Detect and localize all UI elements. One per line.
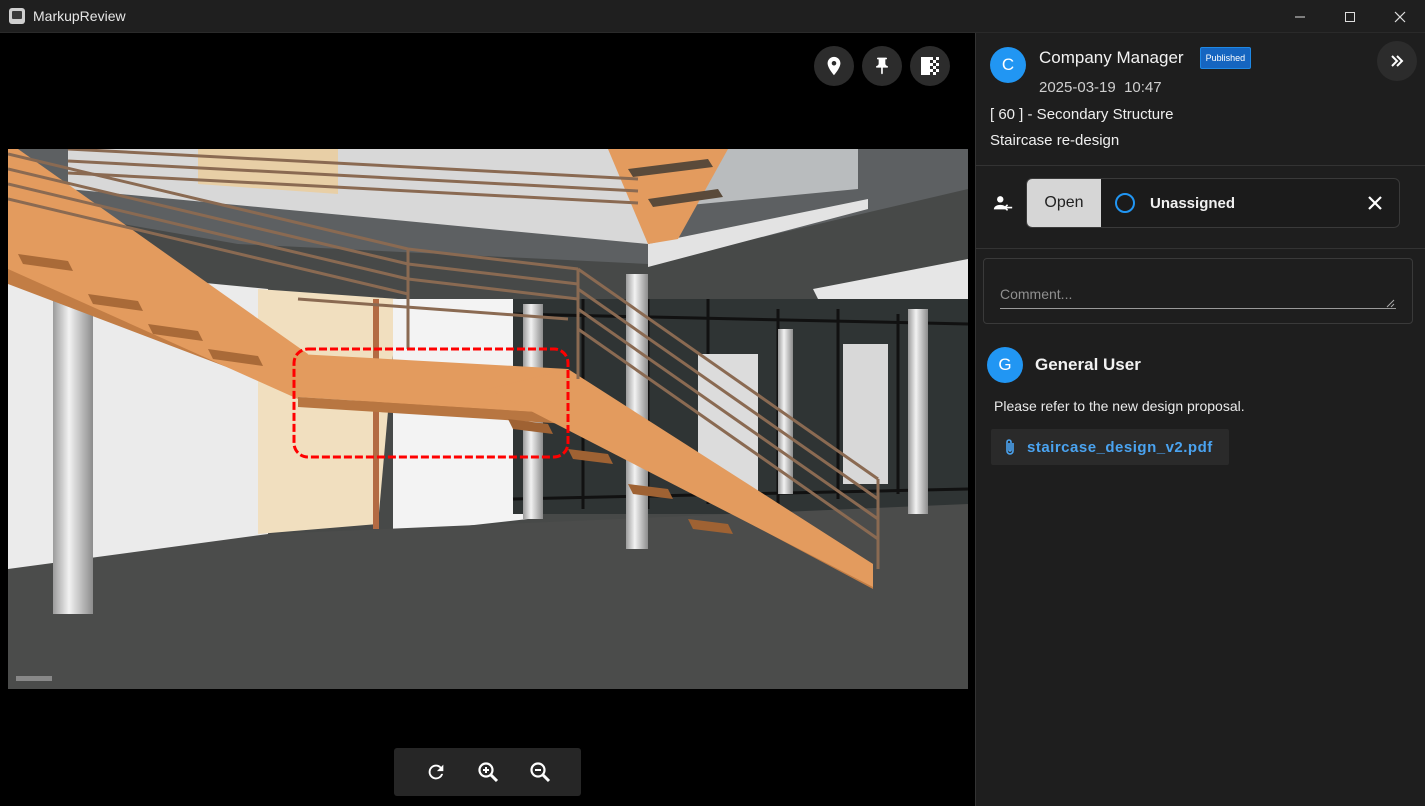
markup-category: [ 60 ] - Secondary Structure	[990, 106, 1174, 123]
assignee-circle-icon	[1115, 193, 1135, 213]
maximize-icon	[1345, 11, 1355, 22]
clear-assignee-button[interactable]	[1365, 193, 1385, 213]
close-icon	[1394, 11, 1406, 22]
reply-text: Please refer to the new design proposal.	[994, 398, 1245, 414]
time-text: 10:47	[1124, 79, 1162, 96]
pin-button[interactable]	[862, 46, 902, 86]
app-icon	[9, 8, 25, 24]
status-selector: Open Unassigned	[1026, 178, 1400, 228]
location-button[interactable]	[814, 46, 854, 86]
double-chevron-right-icon	[1391, 55, 1404, 67]
author-avatar: C	[990, 47, 1026, 83]
status-row: Open Unassigned	[990, 178, 1400, 228]
status-open-toggle[interactable]: Open	[1027, 179, 1101, 227]
minimize-button[interactable]	[1275, 0, 1325, 33]
comment-input[interactable]	[1000, 279, 1396, 309]
close-window-button[interactable]	[1375, 0, 1425, 33]
close-icon	[1368, 196, 1382, 210]
markup-header: C Company Manager Published 2025-03-19 1…	[990, 47, 1252, 96]
pin-icon	[876, 57, 888, 75]
author-name: Company Manager	[1039, 48, 1184, 67]
attachment-filename: staircase_design_v2.pdf	[1027, 438, 1213, 456]
location-icon	[827, 56, 841, 76]
zoom-toolbar	[394, 748, 581, 796]
minimize-icon	[1295, 16, 1305, 17]
resize-grip-icon[interactable]	[1386, 299, 1395, 308]
timestamp: 2025-03-19 10:47	[1039, 79, 1251, 96]
title-bar: MarkupReview	[0, 0, 1425, 33]
reply-author-name: General User	[1035, 355, 1141, 374]
reply-item: G General User Please refer to the new d…	[987, 347, 1417, 465]
transparency-icon	[921, 57, 939, 75]
markup-subject: Staircase re-design	[990, 132, 1120, 149]
divider	[976, 165, 1425, 166]
assignee-label[interactable]: Unassigned	[1150, 195, 1235, 212]
window-controls	[1275, 0, 1425, 33]
zoom-out-button[interactable]	[527, 759, 553, 785]
attachment-link[interactable]: staircase_design_v2.pdf	[991, 429, 1229, 465]
reset-view-button[interactable]	[423, 759, 449, 785]
divider	[976, 248, 1425, 249]
zoom-in-icon	[477, 762, 498, 783]
reply-author-avatar: G	[987, 347, 1023, 383]
viewer-toolbar	[814, 46, 950, 86]
staircase-render	[8, 149, 968, 689]
transparency-button[interactable]	[910, 46, 950, 86]
zoom-out-icon	[529, 762, 550, 783]
comment-box	[983, 258, 1413, 324]
status-badge: Published	[1199, 47, 1252, 69]
markup-details-panel: C Company Manager Published 2025-03-19 1…	[975, 33, 1425, 806]
date-text: 2025-03-19	[1039, 79, 1116, 96]
zoom-in-button[interactable]	[475, 759, 501, 785]
model-view-image[interactable]	[8, 149, 968, 689]
window-title: MarkupReview	[33, 8, 126, 24]
maximize-button[interactable]	[1325, 0, 1375, 33]
refresh-icon	[428, 764, 443, 780]
paperclip-icon	[1006, 439, 1014, 455]
viewer-area[interactable]	[0, 33, 975, 806]
collapse-panel-button[interactable]	[1377, 41, 1417, 81]
assign-user-icon	[993, 196, 1013, 211]
assign-user-button[interactable]	[990, 190, 1016, 216]
